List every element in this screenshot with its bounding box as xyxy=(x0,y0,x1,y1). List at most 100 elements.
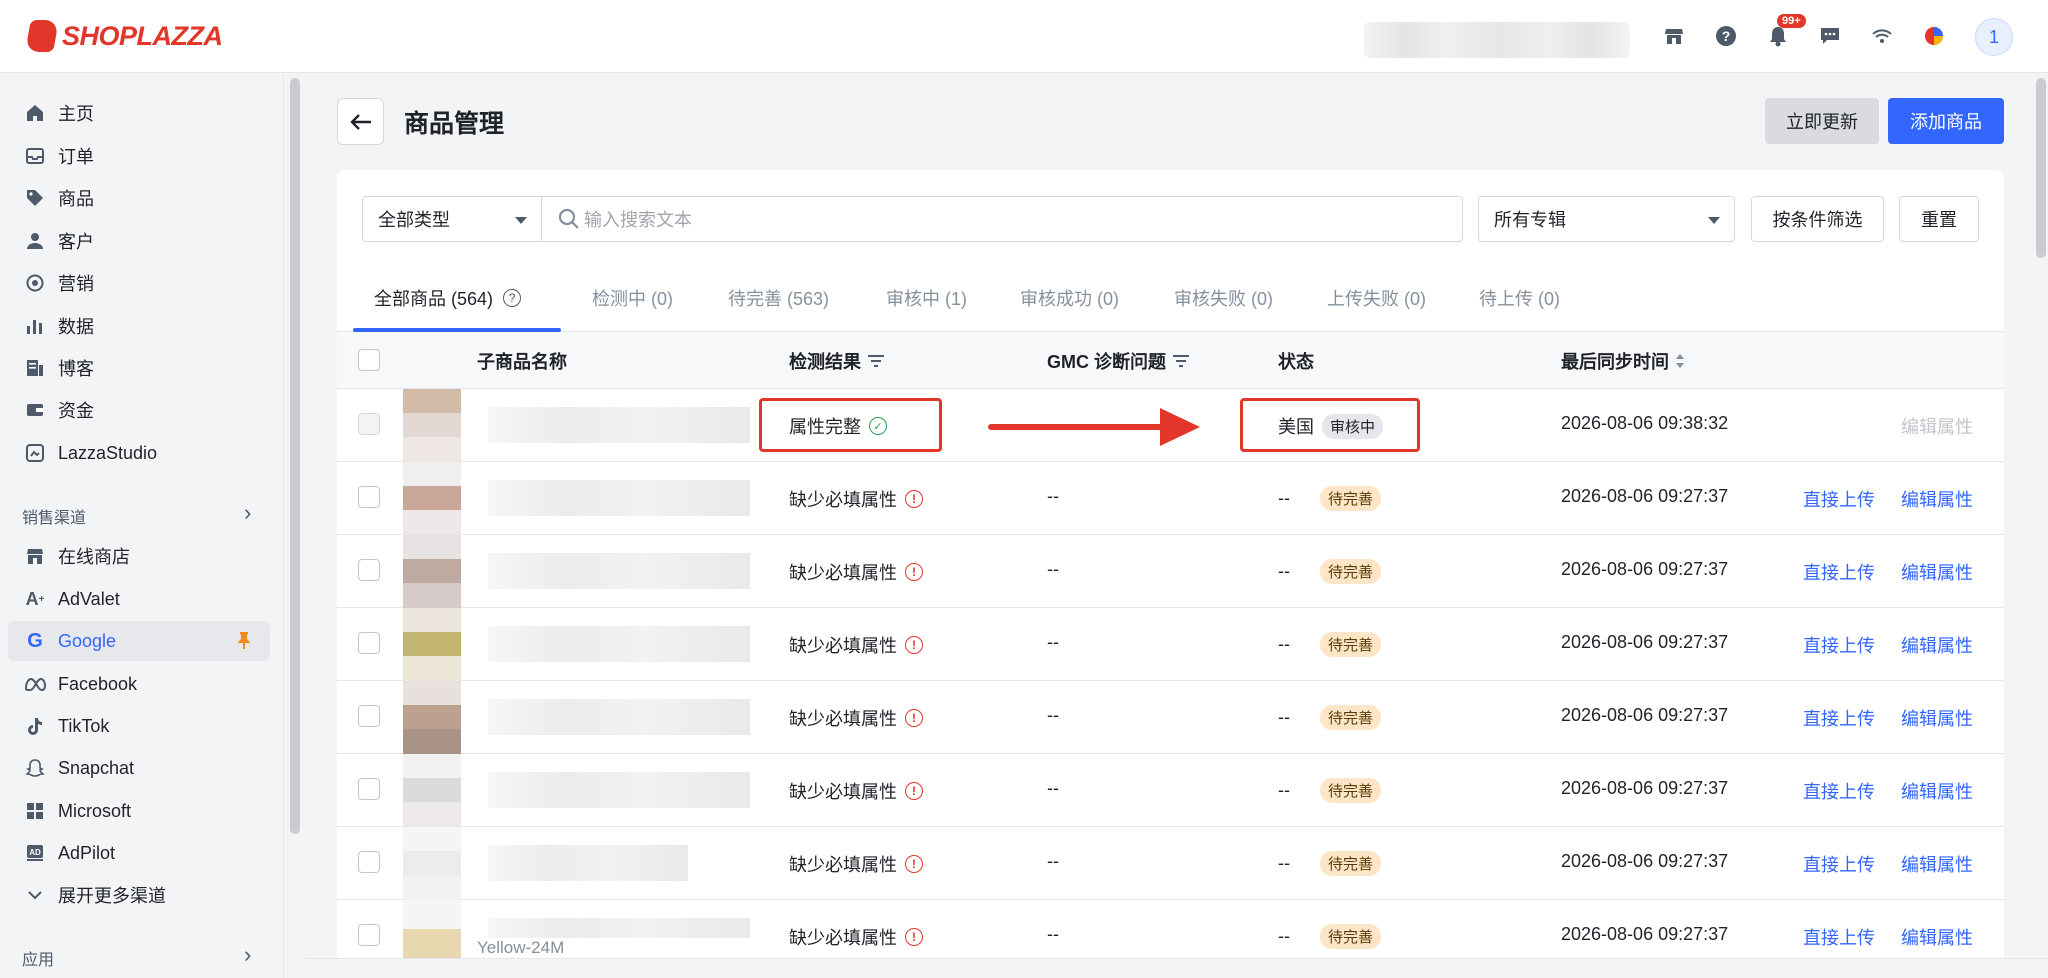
warning-icon: ! xyxy=(905,928,923,946)
tab-detecting[interactable]: 检测中 (0) xyxy=(592,270,673,326)
edit-attributes-link[interactable]: 编辑属性 xyxy=(1901,632,1973,658)
upload-now-link[interactable]: 直接上传 xyxy=(1803,705,1875,731)
row-checkbox[interactable] xyxy=(358,851,380,873)
edit-attributes-link[interactable]: 编辑属性 xyxy=(1901,778,1973,804)
horizontal-scrollbar[interactable] xyxy=(305,958,2048,978)
sidebar-scrollbar[interactable] xyxy=(290,78,300,834)
sort-icon[interactable] xyxy=(1675,353,1685,369)
update-now-button[interactable]: 立即更新 xyxy=(1765,98,1879,144)
sidebar-item-home[interactable]: 主页 xyxy=(8,93,270,133)
table-row[interactable]: 缺少必填属性! -- -- 待完善 2026-08-06 09:27:37 直接上… xyxy=(337,827,2004,900)
tab-review-success[interactable]: 审核成功 (0) xyxy=(1020,270,1119,326)
filter-button[interactable]: 按条件筛选 xyxy=(1751,196,1884,242)
app-logo-icon[interactable] xyxy=(1920,22,1948,50)
chevron-right-icon[interactable]: › xyxy=(244,500,251,526)
sidebar-item-customers[interactable]: 客户 xyxy=(8,221,270,261)
tab-all[interactable]: 全部商品 (564) ? xyxy=(374,270,522,326)
row-checkbox[interactable] xyxy=(358,632,380,654)
add-product-button[interactable]: 添加商品 xyxy=(1888,98,2004,144)
product-name[interactable] xyxy=(488,918,750,938)
edit-attributes-link[interactable]: 编辑属性 xyxy=(1901,705,1973,731)
sidebar-item-analytics[interactable]: 数据 xyxy=(8,306,270,346)
upload-now-link[interactable]: 直接上传 xyxy=(1803,778,1875,804)
logo-mark-icon xyxy=(25,20,59,52)
store-selector[interactable] xyxy=(1364,22,1630,58)
store-icon xyxy=(22,543,48,569)
expand-more-channels[interactable]: 展开更多渠道 xyxy=(8,875,270,915)
chevron-right-icon[interactable]: › xyxy=(244,942,251,968)
upload-now-link[interactable]: 直接上传 xyxy=(1803,924,1875,950)
row-checkbox[interactable] xyxy=(358,778,380,800)
sidebar-item-advalet[interactable]: A + AdValet xyxy=(8,579,270,619)
filter-icon[interactable] xyxy=(1172,354,1190,368)
help-icon[interactable]: ? xyxy=(503,289,522,307)
pin-icon[interactable] xyxy=(236,631,252,654)
column-gmc-header[interactable]: GMC 诊断问题 xyxy=(1047,348,1190,374)
product-thumbnail xyxy=(403,535,461,608)
edit-attributes-link[interactable]: 编辑属性 xyxy=(1901,924,1973,950)
edit-attributes-link[interactable]: 编辑属性 xyxy=(1901,559,1973,585)
edit-attributes-link[interactable]: 编辑属性 xyxy=(1901,413,1973,439)
table-row[interactable]: Yellow-24M 缺少必填属性! -- -- 待完善 2026-08-06 0… xyxy=(337,900,2004,958)
shoplazza-logo[interactable]: SHOPLAZZA xyxy=(25,20,223,52)
sidebar-item-facebook[interactable]: Facebook xyxy=(8,664,270,704)
arrow-head-icon xyxy=(1160,408,1200,446)
sidebar-item-online-store[interactable]: 在线商店 xyxy=(8,536,270,576)
sidebar-item-snapchat[interactable]: Snapchat xyxy=(8,748,270,788)
sidebar-item-marketing[interactable]: 营销 xyxy=(8,263,270,303)
column-detect-header[interactable]: 检测结果 xyxy=(789,348,885,374)
select-all-checkbox[interactable] xyxy=(358,349,380,371)
row-checkbox[interactable] xyxy=(358,413,380,435)
sidebar-item-blog[interactable]: 博客 xyxy=(8,348,270,388)
sidebar-item-tiktok[interactable]: TikTok xyxy=(8,706,270,746)
help-icon[interactable]: ? xyxy=(1712,22,1740,50)
column-sync-header[interactable]: 最后同步时间 xyxy=(1561,348,1685,374)
row-checkbox[interactable] xyxy=(358,486,380,508)
sidebar-item-finance[interactable]: 资金 xyxy=(8,390,270,430)
sidebar-item-lazzastudio[interactable]: LazzaStudio xyxy=(8,433,270,473)
product-name[interactable] xyxy=(488,699,750,735)
wifi-icon[interactable] xyxy=(1868,22,1896,50)
filter-icon[interactable] xyxy=(867,354,885,368)
row-checkbox[interactable] xyxy=(358,705,380,727)
table-row[interactable]: 缺少必填属性! -- -- 待完善 2026-08-06 09:27:37 直接上… xyxy=(337,681,2004,754)
table-row[interactable]: 缺少必填属性! -- -- 待完善 2026-08-06 09:27:37 直接上… xyxy=(337,754,2004,827)
upload-now-link[interactable]: 直接上传 xyxy=(1803,632,1875,658)
table-row[interactable]: 缺少必填属性! -- -- 待完善 2026-08-06 09:27:37 直接上… xyxy=(337,462,2004,535)
product-name[interactable] xyxy=(488,626,750,662)
reset-button[interactable]: 重置 xyxy=(1899,196,1979,242)
tab-to-improve[interactable]: 待完善 (563) xyxy=(728,270,829,326)
tab-upload-failed[interactable]: 上传失败 (0) xyxy=(1327,270,1426,326)
tab-to-upload[interactable]: 待上传 (0) xyxy=(1479,270,1560,326)
avatar[interactable]: 1 xyxy=(1975,18,2013,56)
product-name[interactable] xyxy=(488,772,750,808)
tab-reviewing[interactable]: 审核中 (1) xyxy=(886,270,967,326)
row-checkbox[interactable] xyxy=(358,924,380,946)
product-name[interactable] xyxy=(488,553,750,589)
row-checkbox[interactable] xyxy=(358,559,380,581)
product-name[interactable] xyxy=(488,845,688,881)
sidebar-item-products[interactable]: 商品 xyxy=(8,178,270,218)
store-icon[interactable] xyxy=(1660,22,1688,50)
edit-attributes-link[interactable]: 编辑属性 xyxy=(1901,851,1973,877)
sidebar-item-microsoft[interactable]: Microsoft xyxy=(8,791,270,831)
product-name[interactable] xyxy=(488,480,750,516)
table-row[interactable]: 缺少必填属性! -- -- 待完善 2026-08-06 09:27:37 直接上… xyxy=(337,535,2004,608)
search-input[interactable]: 输入搜索文本 xyxy=(541,196,1463,242)
vertical-scrollbar[interactable] xyxy=(2036,78,2046,258)
upload-now-link[interactable]: 直接上传 xyxy=(1803,559,1875,585)
type-select[interactable]: 全部类型 xyxy=(362,196,542,242)
edit-attributes-link[interactable]: 编辑属性 xyxy=(1901,486,1973,512)
chat-icon[interactable] xyxy=(1816,22,1844,50)
back-button[interactable] xyxy=(337,98,384,145)
sidebar-item-google[interactable]: G Google xyxy=(8,621,270,661)
tab-review-failed[interactable]: 审核失败 (0) xyxy=(1174,270,1273,326)
sidebar-item-orders[interactable]: 订单 xyxy=(8,136,270,176)
warning-icon: ! xyxy=(905,709,923,727)
upload-now-link[interactable]: 直接上传 xyxy=(1803,851,1875,877)
product-name[interactable] xyxy=(488,407,750,443)
sidebar-item-adpilot[interactable]: AD AdPilot xyxy=(8,833,270,873)
collection-select[interactable]: 所有专辑 xyxy=(1478,196,1735,242)
upload-now-link[interactable]: 直接上传 xyxy=(1803,486,1875,512)
table-row[interactable]: 缺少必填属性! -- -- 待完善 2026-08-06 09:27:37 直接上… xyxy=(337,608,2004,681)
